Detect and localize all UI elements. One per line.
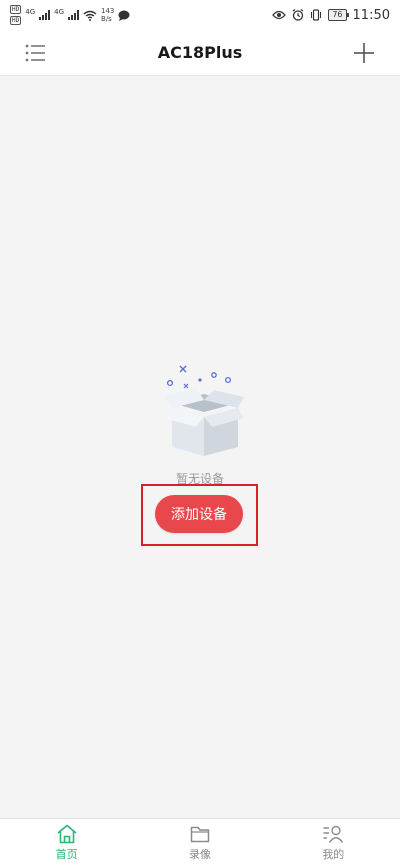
nav-item-recordings[interactable]: 录像 (160, 823, 240, 862)
message-icon (118, 10, 130, 21)
speed-value: 143 (101, 7, 115, 15)
signal-icon (39, 10, 51, 20)
profile-icon (323, 825, 344, 843)
status-right: 76 11:50 (272, 8, 390, 23)
status-left: HD HD 4G 4G 143 B/s (10, 5, 130, 25)
vibrate-icon (311, 9, 322, 21)
folder-icon (190, 826, 210, 843)
alarm-icon (292, 9, 304, 21)
network-type-1: 4G (25, 8, 36, 16)
nav-label-profile: 我的 (322, 848, 345, 861)
home-icon (57, 824, 77, 844)
app-screen: HD HD 4G 4G 143 B/s 76 11:50 AC18Plus 暂无… (0, 0, 400, 866)
add-icon[interactable] (352, 41, 376, 65)
bottom-nav: 首页 录像 我的 (0, 818, 400, 866)
speed-unit: B/s (101, 15, 112, 23)
sim1-badge: HD (10, 5, 22, 14)
nav-item-home[interactable]: 首页 (27, 823, 107, 862)
network-speed: 143 B/s (101, 7, 114, 23)
page-title: AC18Plus (157, 43, 243, 62)
nav-label-recordings: 录像 (188, 848, 211, 861)
device-list-menu-icon[interactable] (24, 42, 48, 64)
wifi-icon (83, 10, 97, 21)
add-device-button[interactable]: 添加设备 (155, 495, 243, 533)
status-bar: HD HD 4G 4G 143 B/s 76 11:50 (0, 0, 400, 30)
status-time: 11:50 (352, 7, 390, 23)
sim-indicators: HD HD (10, 5, 22, 25)
nav-item-profile[interactable]: 我的 (293, 823, 373, 862)
nav-label-home: 首页 (55, 848, 78, 861)
network-type-2: 4G (54, 8, 65, 16)
signal-icon-2 (68, 10, 80, 20)
app-header: AC18Plus (0, 30, 400, 76)
battery-icon: 76 (328, 9, 349, 21)
eye-comfort-icon (272, 10, 287, 20)
sim2-badge: HD (10, 16, 22, 25)
empty-box-illustration (164, 365, 244, 456)
